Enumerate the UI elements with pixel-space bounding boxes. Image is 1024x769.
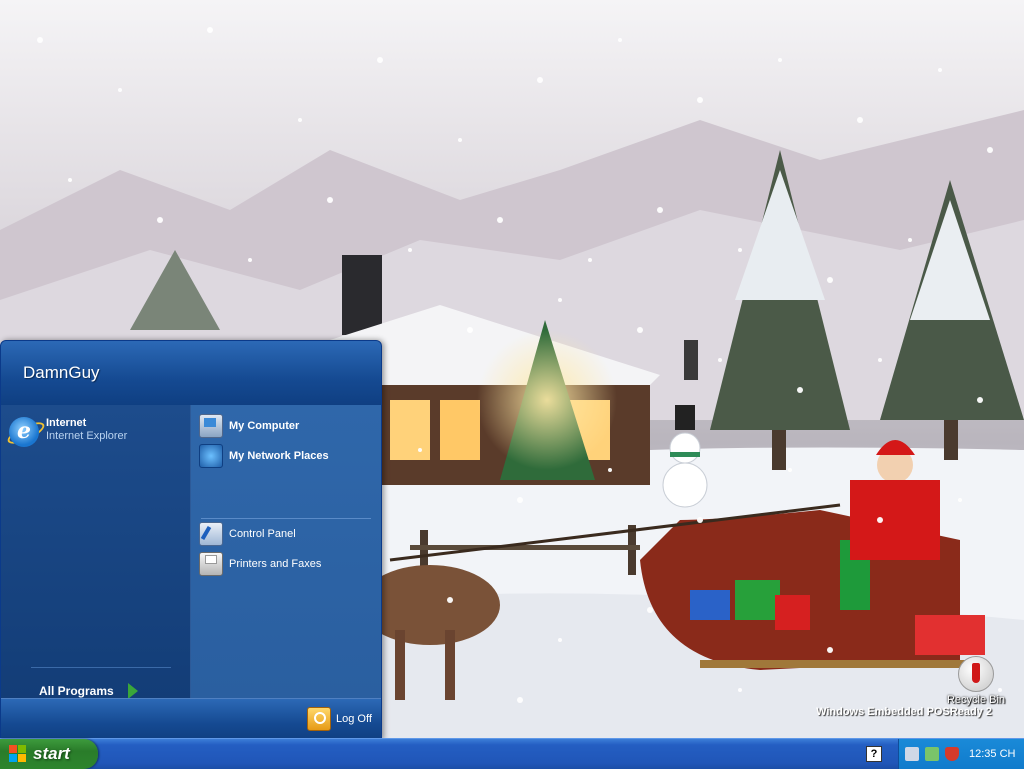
computer-icon [199,414,223,438]
windows-logo-icon [9,745,27,763]
key-icon [307,707,331,731]
menu-item-my-network-places[interactable]: My Network Places [199,443,379,469]
menu-item-label: My Network Places [229,450,329,462]
menu-item-control-panel[interactable]: Control Panel [199,521,379,547]
start-menu: DamnGuy e Internet Internet Explorer All… [0,340,382,740]
internet-explorer-icon: e [4,417,48,448]
os-watermark: Windows Embedded POSReady 2 [816,706,992,718]
user-name: DamnGuy [23,363,100,382]
help-icon[interactable]: ? [866,746,882,762]
printer-icon [199,552,223,576]
recycle-bin-label: Recycle Bin [946,694,1006,706]
system-tray: 12:35 CH [898,739,1024,769]
network-tray-icon[interactable] [905,747,919,761]
log-off-button[interactable]: Log Off [307,707,372,731]
pinned-title: Internet [46,417,87,429]
pinned-internet-explorer[interactable]: e Internet Internet Explorer [4,417,184,451]
start-menu-footer: Log Off [1,698,381,739]
start-button[interactable]: start [0,739,98,769]
security-shield-icon[interactable] [945,747,959,761]
pinned-subtitle: Internet Explorer [46,430,128,442]
divider [201,518,371,519]
menu-item-my-computer[interactable]: My Computer [199,413,379,439]
all-programs-label: All Programs [39,684,114,698]
recycle-bin-icon [958,656,994,692]
control-panel-icon [199,522,223,546]
start-label: start [33,744,70,763]
menu-item-label: My Computer [229,420,300,432]
menu-item-printers-and-faxes[interactable]: Printers and Faxes [199,551,379,577]
start-menu-right-pane: My Computer My Network Places Control Pa… [191,405,381,698]
network-icon [199,444,223,468]
clock[interactable]: 12:35 CH [969,748,1015,760]
divider [31,667,171,668]
update-tray-icon[interactable] [925,747,939,761]
start-menu-header: DamnGuy [1,341,381,407]
green-arrow-icon [127,683,138,699]
menu-item-label: Printers and Faxes [229,558,322,570]
start-menu-left-pane: e Internet Internet Explorer All Program… [1,405,191,699]
recycle-bin[interactable]: Recycle Bin [938,656,1014,706]
taskbar: start ? 12:35 CH [0,738,1024,769]
log-off-label: Log Off [336,713,372,725]
menu-item-label: Control Panel [229,528,296,540]
